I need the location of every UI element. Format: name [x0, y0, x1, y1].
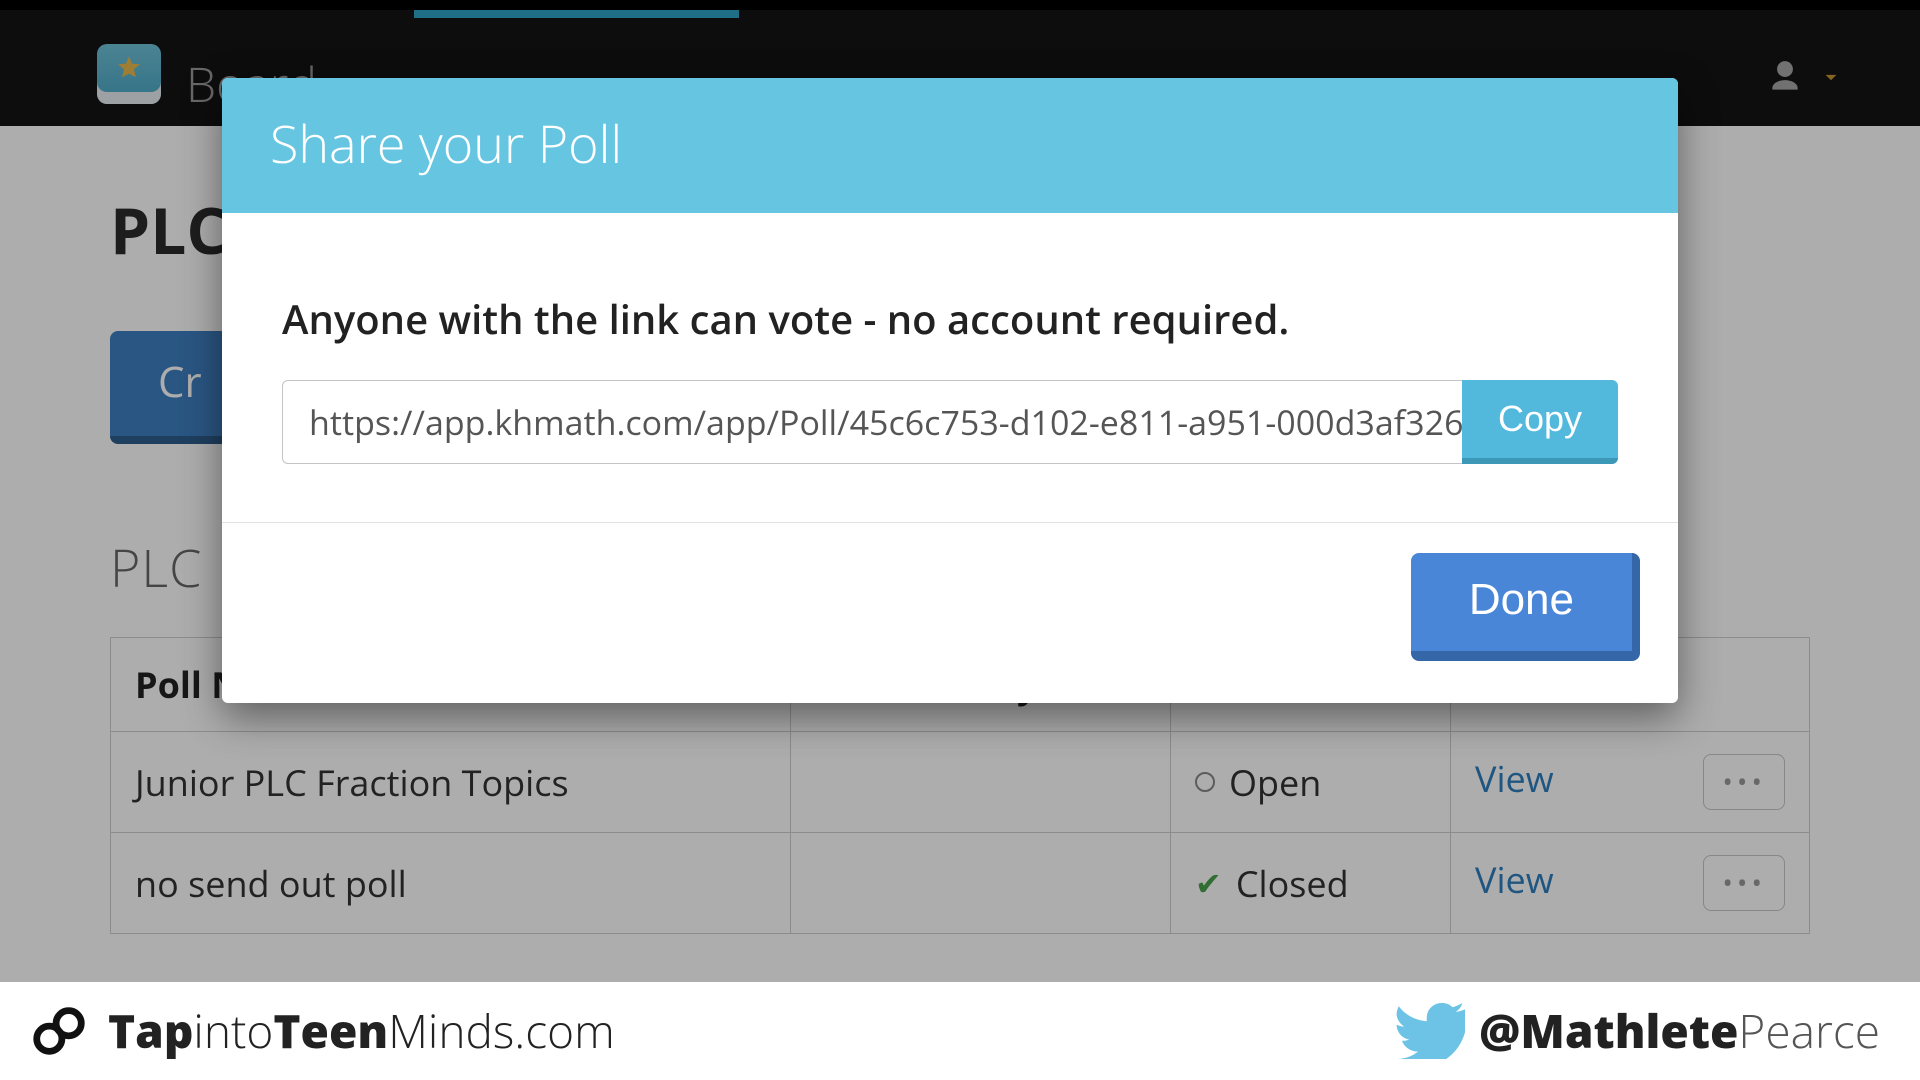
footer-brand: TapintoTeenMinds.com @MathletePearce	[0, 982, 1920, 1080]
handle-at: @	[1479, 1000, 1520, 1062]
brand-right: @MathletePearce	[1395, 1000, 1880, 1062]
brand-left: TapintoTeenMinds.com	[28, 1000, 615, 1062]
brand-word-into: into	[193, 1000, 273, 1062]
link-icon	[28, 1000, 90, 1062]
brand-word-minds: Minds	[388, 1000, 514, 1062]
handle-first: Mathlete	[1520, 1000, 1738, 1062]
share-poll-modal: Share your Poll Anyone with the link can…	[222, 78, 1678, 703]
brand-word-dotcom: .com	[514, 1000, 614, 1062]
modal-subtitle: Anyone with the link can vote - no accou…	[282, 291, 1618, 346]
brand-word-tap: Tap	[108, 1000, 193, 1062]
handle-last: Pearce	[1738, 1000, 1880, 1062]
done-button[interactable]: Done	[1411, 553, 1640, 661]
share-url-input[interactable]: https://app.khmath.com/app/Poll/45c6c753…	[282, 380, 1462, 464]
copy-button[interactable]: Copy	[1462, 380, 1618, 464]
brand-word-teen: Teen	[273, 1000, 388, 1062]
share-url-row: https://app.khmath.com/app/Poll/45c6c753…	[282, 380, 1618, 464]
modal-title: Share your Poll	[222, 78, 1678, 213]
twitter-icon	[1395, 1003, 1465, 1059]
